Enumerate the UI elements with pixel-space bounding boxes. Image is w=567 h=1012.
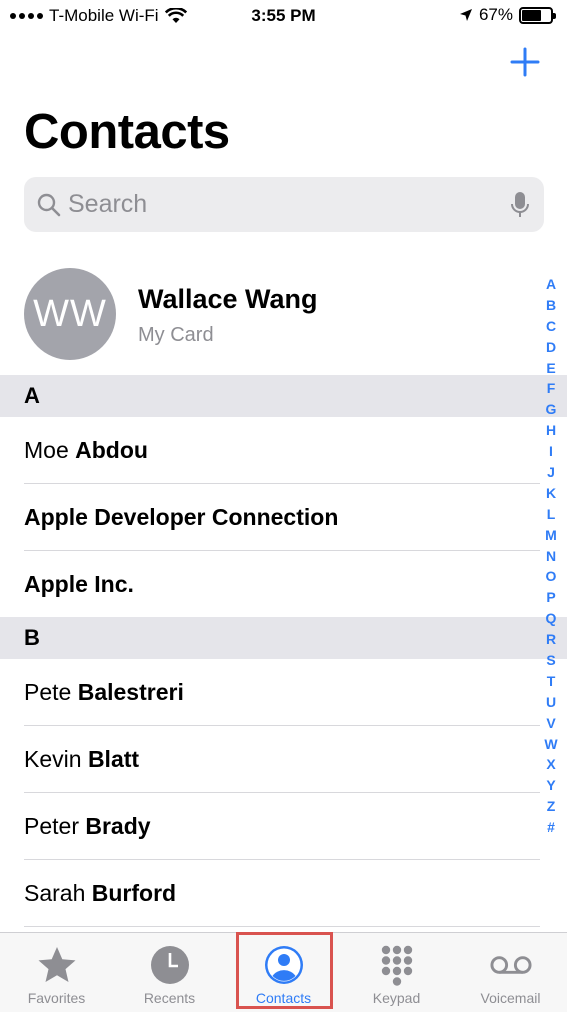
tab-keypad[interactable]: Keypad (340, 933, 453, 1012)
my-card-label: My Card (138, 324, 214, 346)
battery-level (522, 9, 541, 21)
index-letter[interactable]: P (546, 587, 555, 608)
index-letter[interactable]: E (546, 358, 555, 379)
microphone-icon[interactable] (510, 191, 530, 219)
add-contact-button[interactable] (507, 44, 543, 80)
index-letter[interactable]: G (546, 399, 557, 420)
index-letter[interactable]: M (545, 525, 557, 546)
star-icon (35, 943, 79, 987)
my-card[interactable]: WW Wallace Wang My Card (0, 262, 540, 374)
index-letter[interactable]: R (546, 629, 556, 650)
index-letter[interactable]: A (546, 274, 556, 295)
index-letter[interactable]: V (546, 713, 555, 734)
alphabet-index[interactable]: A B C D E F G H I J K L M N O P Q R S T U V W X Y Z # (539, 274, 563, 838)
index-letter[interactable]: W (544, 734, 557, 755)
section-header-b: B (0, 617, 567, 659)
location-icon (459, 9, 472, 21)
index-letter[interactable]: F (547, 378, 556, 399)
contact-row[interactable]: Sarah Burford (0, 860, 540, 927)
highlight-box (236, 932, 333, 1009)
tab-label: Voicemail (480, 990, 541, 1006)
index-letter[interactable]: X (546, 754, 555, 775)
status-right: 67% (459, 5, 556, 25)
contact-row[interactable]: Kevin Blatt (0, 726, 540, 793)
battery-percent: 67% (478, 5, 513, 24)
last-name: Abdou (75, 437, 148, 463)
tab-recents[interactable]: Recents (113, 933, 226, 1012)
page-title: Contacts (24, 105, 230, 159)
tab-voicemail[interactable]: Voicemail (454, 933, 567, 1012)
section-header-a: A (0, 375, 567, 417)
index-letter[interactable]: Z (547, 796, 556, 817)
first-name: Moe (24, 437, 69, 463)
avatar: WW (24, 268, 116, 360)
contact-row[interactable]: Peter Brady (0, 793, 540, 860)
index-letter[interactable]: Q (546, 608, 557, 629)
tab-favorites[interactable]: Favorites (0, 933, 113, 1012)
my-card-name: Wallace Wang (138, 284, 318, 314)
tab-label: Favorites (27, 990, 86, 1006)
last-name: Blatt (87, 746, 140, 772)
tab-label: Recents (143, 990, 196, 1006)
index-letter[interactable]: L (547, 504, 556, 525)
index-letter[interactable]: K (546, 483, 556, 504)
search-input[interactable] (68, 177, 508, 232)
contact-row[interactable]: Apple Developer Connection (0, 484, 540, 551)
clock-icon (148, 943, 192, 987)
first-name: Pete (24, 679, 72, 705)
first-name: Peter (24, 813, 79, 839)
company-name: Apple Developer Connection (24, 504, 339, 530)
index-letter[interactable]: Y (546, 775, 555, 796)
contact-row[interactable]: Apple Inc. (0, 551, 540, 618)
keypad-icon (375, 943, 419, 987)
index-letter[interactable]: J (547, 462, 555, 483)
contact-row[interactable]: Moe Abdou (0, 417, 540, 484)
last-name: Brady (85, 813, 151, 839)
status-bar: T-Mobile Wi-Fi 3:55 PM 67% (0, 0, 567, 34)
index-letter[interactable]: N (546, 546, 556, 567)
search-bar[interactable] (24, 177, 544, 232)
index-letter[interactable]: S (546, 650, 555, 671)
first-name: Sarah (24, 880, 86, 906)
search-icon (37, 193, 61, 217)
tab-label: Keypad (372, 990, 421, 1006)
index-letter[interactable]: D (546, 337, 556, 358)
contact-row[interactable]: Pete Balestreri (0, 659, 540, 726)
company-name: Apple Inc. (24, 571, 134, 597)
index-letter[interactable]: T (547, 671, 556, 692)
index-letter[interactable]: O (546, 566, 557, 587)
plus-icon (510, 47, 540, 77)
last-name: Balestreri (77, 679, 184, 705)
first-name: Kevin (24, 746, 82, 772)
battery-icon (519, 6, 556, 24)
index-letter[interactable]: C (546, 316, 556, 337)
index-letter[interactable]: H (546, 420, 556, 441)
last-name: Burford (91, 880, 177, 906)
index-letter[interactable]: I (549, 441, 553, 462)
index-letter[interactable]: # (547, 817, 555, 838)
row-separator (24, 926, 540, 927)
index-letter[interactable]: U (546, 692, 556, 713)
voicemail-icon (489, 943, 533, 987)
index-letter[interactable]: B (546, 295, 556, 316)
